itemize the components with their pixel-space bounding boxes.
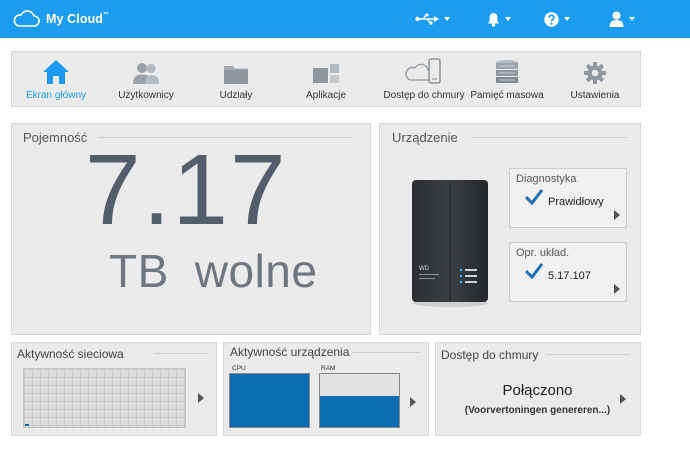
top-bar: My Cloud™ [0,0,690,38]
nav-item-shares[interactable]: Udziały [200,52,272,106]
nav-label-cloud-access: Dostęp do chmury [383,90,465,101]
users-icon [133,63,159,84]
firmware-box[interactable]: Opr. układ. 5.17.107 [509,242,627,302]
device-title: Urządzenie [392,130,458,145]
user-menu[interactable] [609,10,635,28]
firmware-value: 5.17.107 [548,270,591,282]
chevron-down-icon [629,17,635,21]
main-navigation: Ekran główny Użytkownicy Udziały Aplikac… [11,51,641,107]
nav-label-shares: Udziały [219,90,253,101]
network-graph-trace [25,424,29,426]
nav-label-settings: Ustawienia [570,90,620,101]
cloud-status-detail: (Voorvertoningen genereren...) [464,405,611,416]
cloud-device-icon [405,58,441,84]
usb-icon [415,13,439,25]
gear-icon [584,62,606,84]
cpu-meter-fill [230,374,309,427]
notifications-menu[interactable] [487,10,511,28]
chevron-right-icon[interactable] [410,397,416,407]
help-icon [544,11,559,27]
nav-label-users: Użytkownicy [118,90,174,101]
chevron-down-icon [444,17,450,21]
nav-item-settings[interactable]: Ustawienia [557,52,633,106]
user-icon [609,11,624,27]
nav-label-storage: Pamięć masowa [470,90,544,101]
bell-icon [488,12,499,27]
storage-icon [496,60,518,83]
home-icon [43,60,69,84]
brand-name: My Cloud™ [46,12,110,26]
apps-icon [313,64,339,83]
nav-item-home[interactable]: Ekran główny [20,52,92,106]
folder-icon [224,66,248,84]
nav-item-users[interactable]: Użytkownicy [110,52,182,106]
ram-meter [319,373,400,428]
cpu-meter [229,373,310,428]
capacity-title: Pojemność [23,130,88,145]
cloud-logo-icon [13,10,40,27]
capacity-unit: TB [109,245,169,297]
checkmark-icon [525,263,543,279]
cloud-access-title: Dostęp do chmury [441,348,539,362]
chevron-right-icon [614,210,620,220]
chevron-down-icon [505,17,511,21]
nav-label-home: Ekran główny [25,90,87,101]
nav-item-apps[interactable]: Aplikacje [290,52,362,106]
chevron-down-icon [564,17,570,21]
network-activity-title: Aktywność sieciowa [17,347,124,361]
firmware-title: Opr. układ. [516,247,570,259]
nav-item-storage[interactable]: Pamięć masowa [467,52,547,106]
nav-label-apps: Aplikacje [305,90,347,101]
network-graph [23,368,186,428]
chevron-right-icon[interactable] [198,393,204,403]
help-menu[interactable] [544,10,570,28]
brand-logo[interactable]: My Cloud™ [11,8,109,30]
title-divider [546,354,630,355]
title-divider [154,353,209,354]
diagnostics-title: Diagnostyka [516,173,577,185]
cloud-status: Połączono [502,382,573,399]
capacity-unit-line: TB wolne [109,248,317,294]
chevron-right-icon[interactable] [620,394,626,404]
usb-menu[interactable] [415,10,450,28]
checkmark-icon [525,189,543,205]
cpu-label: CPU [232,365,246,372]
diagnostics-box[interactable]: Diagnostyka Prawidłowy [509,168,627,228]
ram-label: RAM [321,365,336,372]
ram-meter-fill [320,396,399,427]
title-divider [352,352,420,353]
chevron-right-icon [614,284,620,294]
nav-item-cloud-access[interactable]: Dostęp do chmury [374,52,474,106]
capacity-value: 7.17 [85,134,288,246]
nas-device-image: WD [412,180,488,307]
title-divider [472,137,627,138]
diagnostics-value: Prawidłowy [548,196,604,208]
capacity-label: wolne [194,245,318,297]
device-activity-title: Aktywność urządzenia [230,345,350,359]
svg-text:WD: WD [419,266,430,272]
